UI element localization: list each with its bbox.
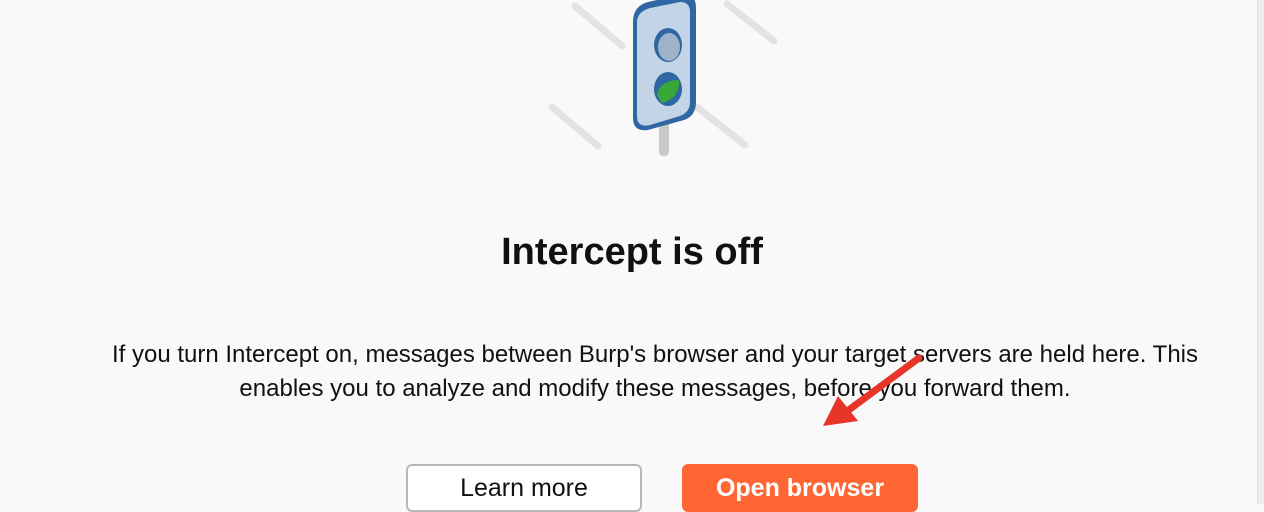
open-browser-button[interactable]: Open browser [682,464,918,512]
page-title: Intercept is off [501,231,763,273]
learn-more-button[interactable]: Learn more [406,464,642,512]
intercept-description: If you turn Intercept on, messages betwe… [111,341,1199,402]
traffic-light-icon [548,0,778,156]
